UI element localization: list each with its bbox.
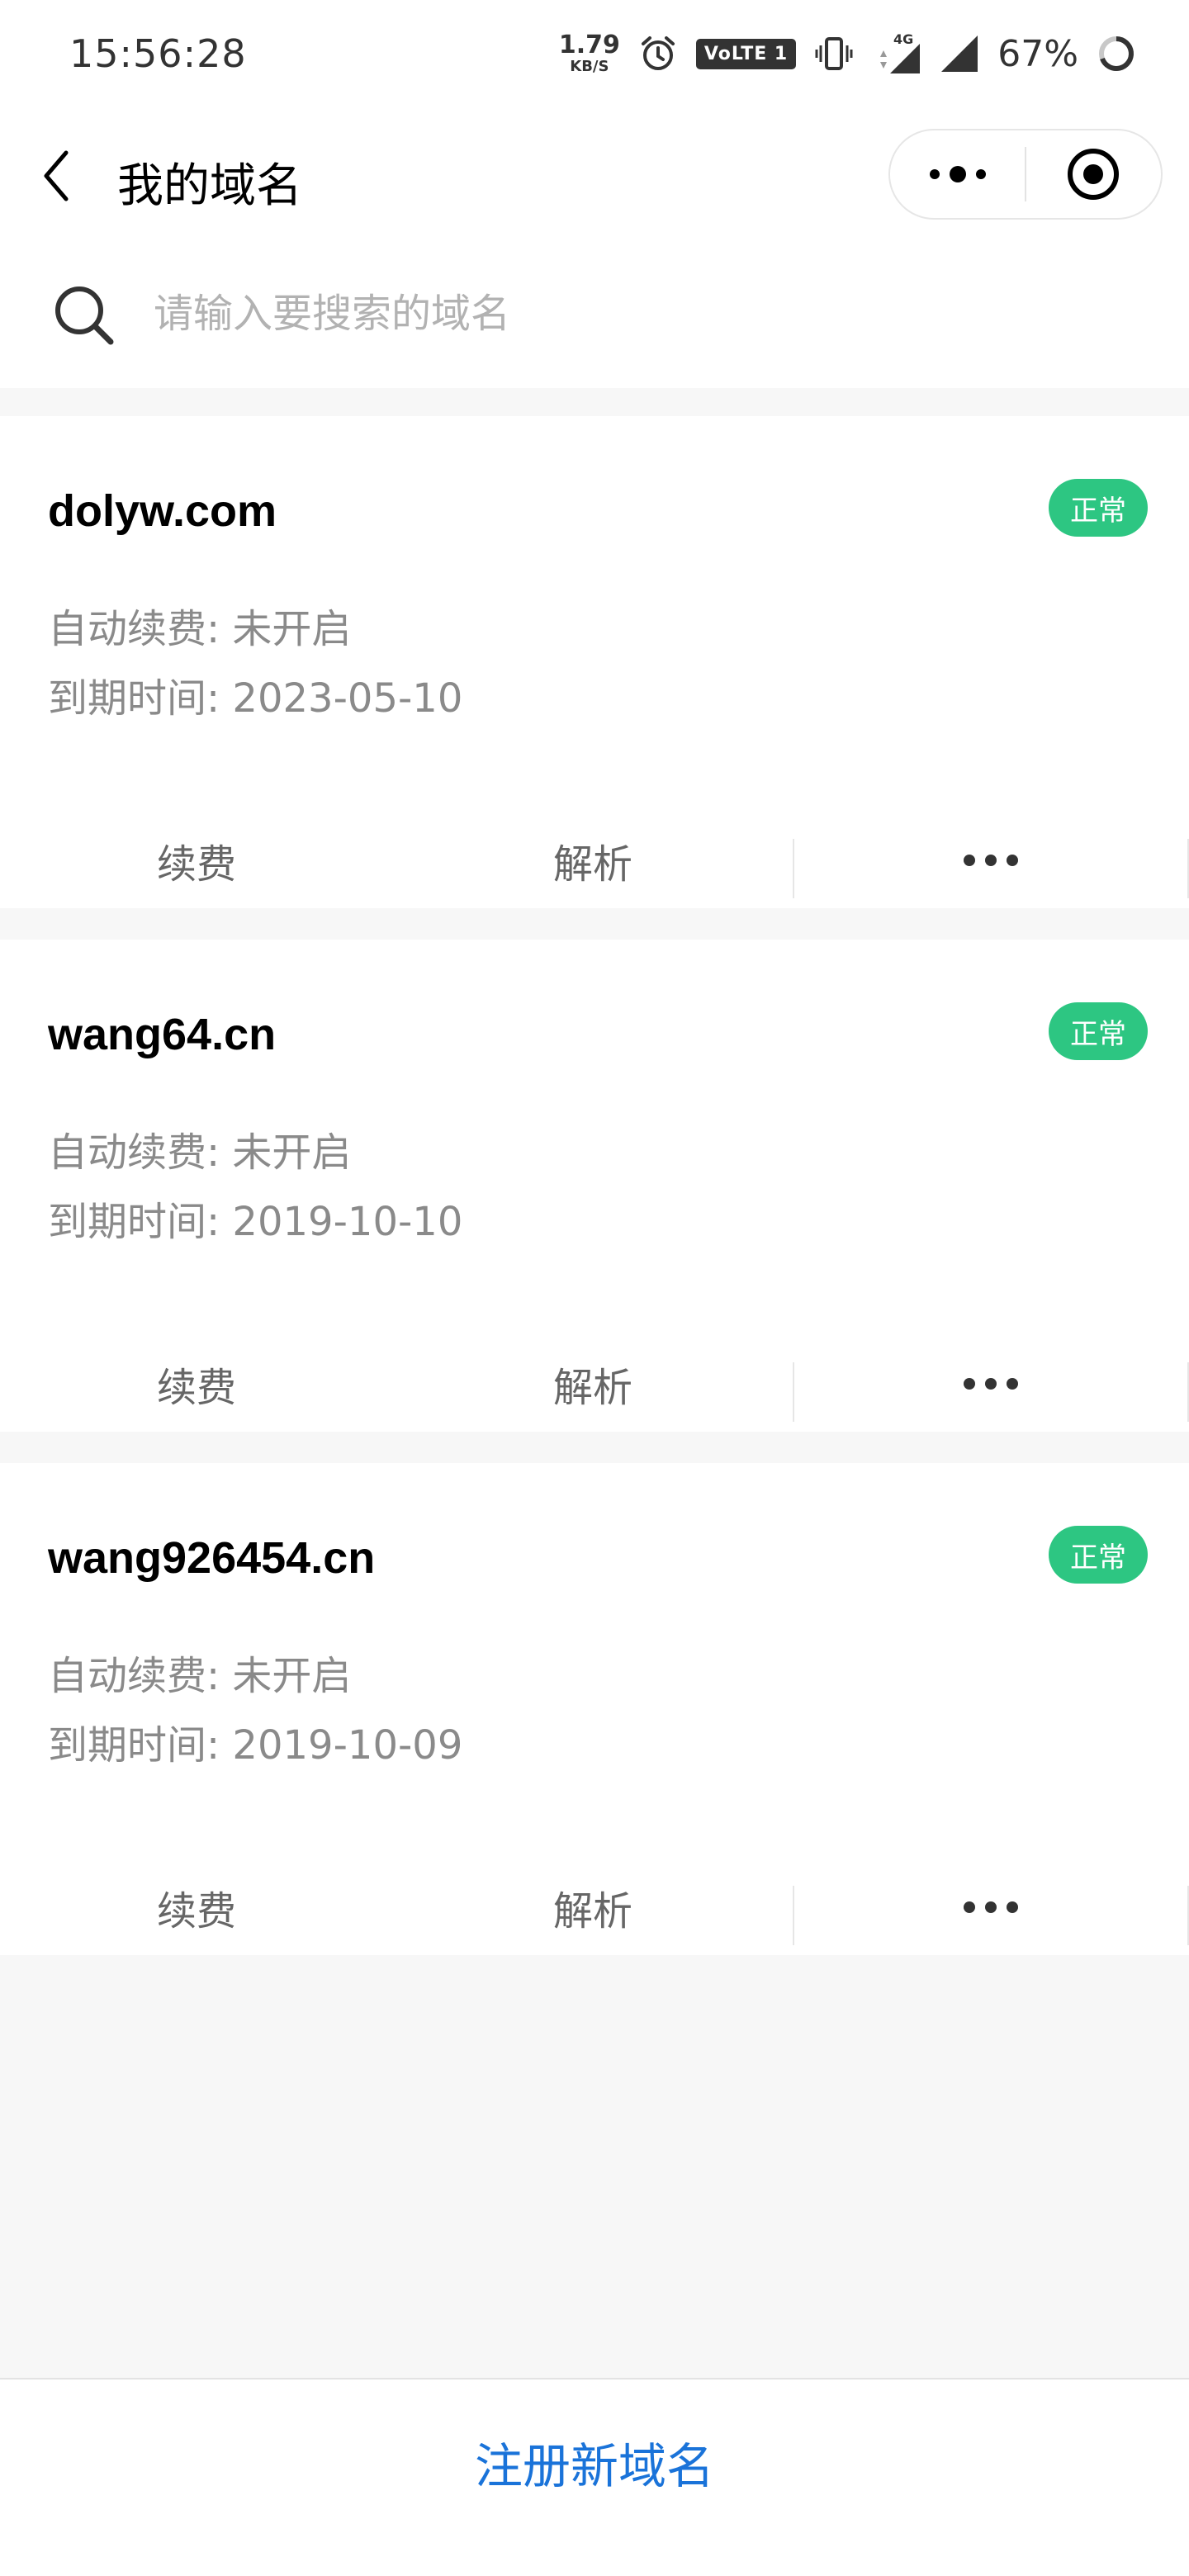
nav-bar: 我的域名	[0, 107, 1189, 239]
renew-button[interactable]: 续费	[0, 1859, 396, 1955]
more-dots-icon	[964, 855, 1018, 866]
dns-button[interactable]: 解析	[396, 812, 793, 908]
mini-program-capsule	[888, 129, 1163, 220]
signal-4g-icon: 4G	[880, 32, 921, 73]
svg-text:4G: 4G	[893, 32, 913, 47]
auto-renew-status: 自动续费: 未开启	[48, 606, 352, 652]
battery-percent: 67%	[997, 32, 1078, 75]
card-actions: 续费 解析	[0, 812, 1189, 908]
card-actions: 续费 解析	[0, 1336, 1189, 1432]
battery-icon	[1099, 36, 1134, 71]
search-bar	[0, 239, 1189, 388]
more-dots-icon	[964, 1901, 1018, 1913]
network-speed: 1.79 KB/S	[558, 31, 620, 75]
page-title: 我的域名	[117, 159, 302, 213]
status-badge: 正常	[1049, 1526, 1148, 1584]
auto-renew-status: 自动续费: 未开启	[48, 1653, 352, 1699]
status-time: 15:56:28	[69, 31, 247, 76]
domain-card[interactable]: wang64.cn 正常 自动续费: 未开启 到期时间: 2019-10-10 …	[0, 940, 1189, 1432]
alarm-icon	[641, 36, 675, 70]
more-dots-icon	[929, 166, 986, 182]
expire-date: 到期时间: 2019-10-09	[48, 1722, 463, 1769]
dns-button[interactable]: 解析	[396, 1336, 793, 1432]
status-bar: 15:56:28 1.79 KB/S VoLTE 1 4G 67%	[0, 0, 1189, 107]
card-actions: 续费 解析	[0, 1859, 1189, 1955]
back-button[interactable]	[36, 147, 76, 205]
more-menu-button[interactable]	[890, 130, 1025, 218]
auto-renew-status: 自动续费: 未开启	[48, 1129, 352, 1176]
signal-icon	[941, 36, 978, 72]
more-dots-icon	[964, 1378, 1018, 1390]
status-icons: 1.79 KB/S VoLTE 1 4G 67%	[559, 32, 1136, 75]
more-button[interactable]	[793, 812, 1189, 908]
search-input[interactable]	[154, 276, 1128, 352]
search-icon	[55, 286, 114, 345]
domain-name: dolyw.com	[48, 486, 277, 536]
status-badge: 正常	[1049, 1002, 1148, 1060]
domain-card[interactable]: wang926454.cn 正常 自动续费: 未开启 到期时间: 2019-10…	[0, 1463, 1189, 1955]
renew-button[interactable]: 续费	[0, 812, 396, 908]
more-button[interactable]	[793, 1859, 1189, 1955]
domain-card[interactable]: dolyw.com 正常 自动续费: 未开启 到期时间: 2023-05-10 …	[0, 416, 1189, 908]
domain-name: wang926454.cn	[48, 1533, 376, 1583]
bottom-bar: 注册新域名	[0, 2378, 1189, 2576]
more-button[interactable]	[793, 1336, 1189, 1432]
vibrate-icon	[815, 37, 853, 70]
register-domain-button[interactable]: 注册新域名	[347, 2421, 842, 2503]
close-mini-program-button[interactable]	[1026, 130, 1161, 218]
renew-button[interactable]: 续费	[0, 1336, 396, 1432]
dns-button[interactable]: 解析	[396, 1859, 793, 1955]
target-close-icon	[1068, 149, 1120, 200]
chevron-left-icon	[44, 150, 69, 201]
expire-date: 到期时间: 2023-05-10	[48, 675, 463, 722]
status-badge: 正常	[1049, 479, 1148, 537]
expire-date: 到期时间: 2019-10-10	[48, 1199, 463, 1245]
domain-name: wang64.cn	[48, 1010, 277, 1059]
volte-badge: VoLTE 1	[695, 38, 797, 69]
